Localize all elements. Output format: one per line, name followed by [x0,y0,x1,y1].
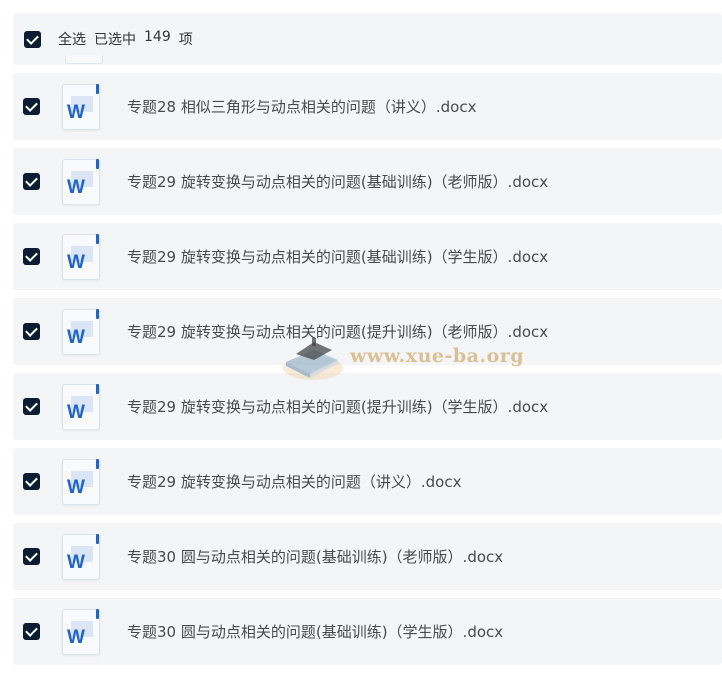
word-doc-icon: W [62,158,100,205]
word-doc-letter: W [67,476,85,498]
word-doc-icon: W [62,83,100,130]
file-checkbox[interactable] [23,98,40,115]
word-doc-icon: W [62,383,100,430]
selected-suffix: 项 [178,32,193,48]
file-checkbox[interactable] [23,398,40,415]
word-doc-icon: W [62,608,100,655]
file-checkbox[interactable] [23,248,40,265]
word-doc-letter: W [67,551,85,573]
file-checkbox[interactable] [23,548,40,565]
word-doc-letter: W [67,101,85,123]
file-name[interactable]: 专题29 旋转变换与动点相关的问题(基础训练)（老师版）.docx [127,171,548,192]
file-row[interactable]: W 专题29 旋转变换与动点相关的问题(提升训练)（学生版）.docx [13,373,722,440]
file-row[interactable]: W 专题30 圆与动点相关的问题(基础训练)（学生版）.docx [13,598,722,665]
word-doc-letter: W [67,251,85,273]
select-all-checkbox[interactable] [24,30,41,48]
word-doc-icon: W [62,458,100,505]
word-doc-letter: W [67,176,85,198]
file-name[interactable]: 专题29 旋转变换与动点相关的问题(提升训练)（学生版）.docx [127,396,548,417]
file-name[interactable]: 专题29 旋转变换与动点相关的问题(提升训练)（老师版）.docx [127,321,548,342]
partial-file-icon [65,55,103,64]
file-name[interactable]: 专题29 旋转变换与动点相关的问题（讲义）.docx [127,471,461,492]
word-doc-letter: W [67,401,85,423]
selection-summary: 全选 已选中 149 项 [58,29,193,49]
file-row[interactable]: W 专题29 旋转变换与动点相关的问题(基础训练)（学生版）.docx [13,223,722,290]
word-doc-letter: W [67,626,85,648]
file-name[interactable]: 专题30 圆与动点相关的问题(基础训练)（学生版）.docx [127,621,503,642]
file-row[interactable]: W 专题29 旋转变换与动点相关的问题（讲义）.docx [13,448,722,515]
file-selection-panel: 全选 已选中 149 项 W 专题28 相似三角形与动点相关的问题（讲义）.do… [0,0,722,675]
file-list: W 专题28 相似三角形与动点相关的问题（讲义）.docx W 专题29 旋转变… [13,73,722,673]
file-name[interactable]: 专题29 旋转变换与动点相关的问题(基础训练)（学生版）.docx [127,246,548,267]
file-name[interactable]: 专题28 相似三角形与动点相关的问题（讲义）.docx [127,96,476,117]
file-checkbox[interactable] [23,623,40,640]
file-row[interactable]: W 专题29 旋转变换与动点相关的问题(基础训练)（老师版）.docx [13,148,722,215]
file-checkbox[interactable] [23,323,40,340]
selected-count: 149 [144,29,171,45]
word-doc-letter: W [67,326,85,348]
word-doc-icon: W [62,308,100,355]
selected-prefix: 已选中 [94,32,136,48]
word-doc-icon: W [62,533,100,580]
file-checkbox[interactable] [23,173,40,190]
word-doc-icon: W [62,233,100,280]
file-row[interactable]: W 专题29 旋转变换与动点相关的问题(提升训练)（老师版）.docx [13,298,722,365]
file-row[interactable]: W 专题28 相似三角形与动点相关的问题（讲义）.docx [13,73,722,140]
selection-header: 全选 已选中 149 项 [13,13,722,65]
file-row[interactable]: W 专题30 圆与动点相关的问题(基础训练)（老师版）.docx [13,523,722,590]
file-checkbox[interactable] [23,473,40,490]
file-name[interactable]: 专题30 圆与动点相关的问题(基础训练)（老师版）.docx [127,546,503,567]
select-all-label[interactable]: 全选 [58,29,86,49]
